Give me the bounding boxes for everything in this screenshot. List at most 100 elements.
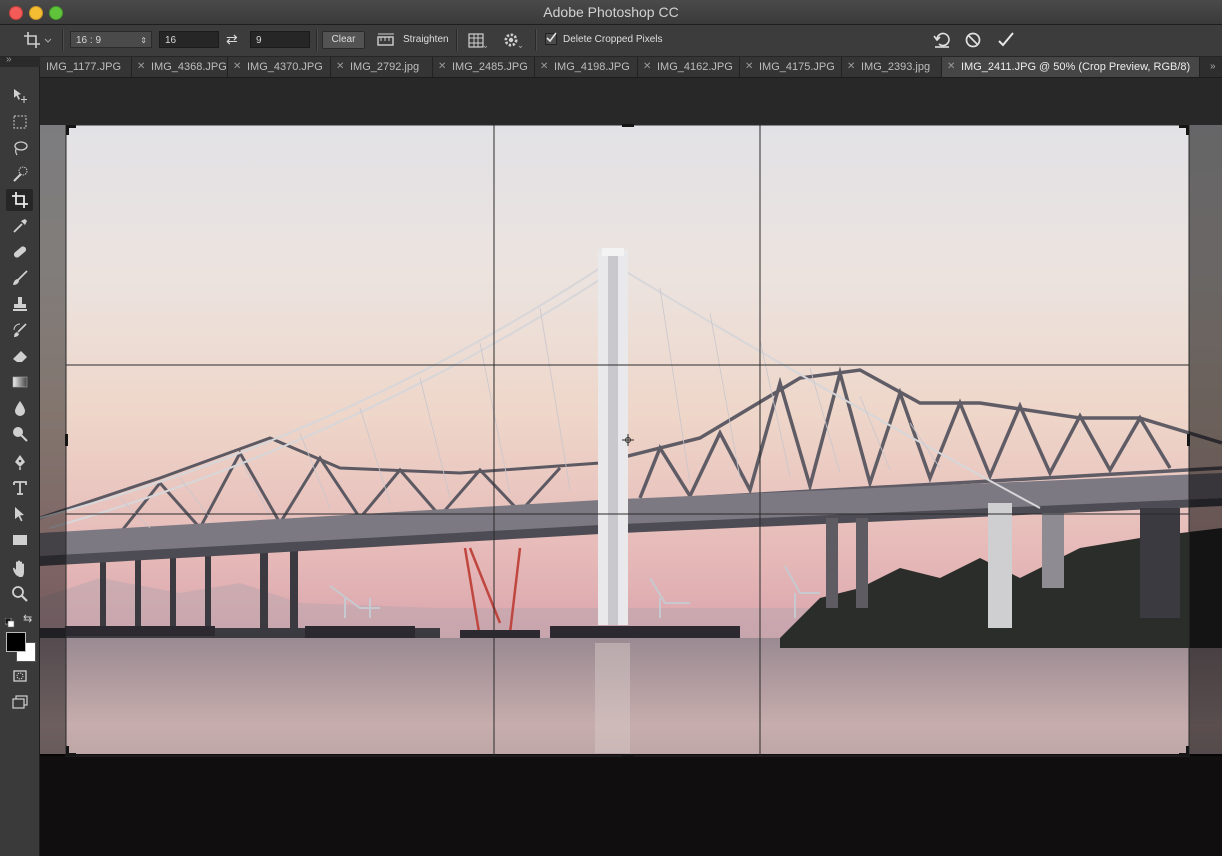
document-tab[interactable]: ✕ IMG_4198.JPG	[535, 57, 638, 77]
document-tab[interactable]: ✕ IMG_4368.JPG	[132, 57, 228, 77]
close-tab-icon[interactable]: ✕	[847, 57, 855, 77]
pen-tool-icon	[14, 455, 25, 470]
grid-overlay-icon	[468, 33, 488, 49]
gradient-tool[interactable]	[6, 371, 33, 393]
overlay-options-button[interactable]	[467, 32, 488, 54]
dodge-tool-icon	[12, 427, 28, 442]
default-colors-icon[interactable]	[4, 615, 15, 633]
eyedropper-tool[interactable]	[6, 215, 33, 237]
crop-width-input[interactable]: 16	[159, 31, 219, 48]
path-selection-tool[interactable]	[6, 503, 33, 525]
crop-width-value: 16	[165, 35, 177, 46]
quick-mask-icon	[12, 670, 27, 682]
zoom-tool[interactable]	[6, 583, 33, 605]
document-tab[interactable]: ✕ IMG_2485.JPG	[433, 57, 535, 77]
close-tab-icon[interactable]: ✕	[947, 57, 955, 77]
document-canvas[interactable]	[40, 78, 1222, 856]
tab-label: IMG_1177.JPG	[46, 61, 121, 73]
crop-height-input[interactable]: 9	[250, 31, 310, 48]
clear-button[interactable]: Clear	[322, 31, 365, 49]
type-tool-icon	[12, 481, 27, 495]
document-tab[interactable]: ✕ IMG_2792.jpg	[331, 57, 433, 77]
rectangle-tool[interactable]	[6, 529, 33, 551]
close-tab-icon[interactable]: ✕	[137, 57, 145, 77]
hand-tool[interactable]	[6, 557, 33, 579]
healing-brush-tool[interactable]	[6, 241, 33, 263]
blur-tool[interactable]	[6, 397, 33, 419]
more-tabs-icon[interactable]: »	[1210, 57, 1216, 77]
zoom-tool-icon	[11, 586, 28, 602]
close-tab-icon[interactable]: ✕	[745, 57, 753, 77]
delete-cropped-pixels-checkbox[interactable]	[545, 32, 557, 45]
checkmark-icon	[546, 32, 557, 43]
quick-mask-mode[interactable]	[6, 665, 33, 687]
lasso-tool-icon	[13, 141, 28, 156]
close-tab-icon[interactable]: ✕	[438, 57, 446, 77]
marquee-tool-icon	[13, 115, 26, 129]
crop-box[interactable]	[40, 78, 1222, 856]
document-tab[interactable]: IMG_1177.JPG	[40, 57, 132, 77]
tab-label: IMG_2485.JPG	[452, 61, 528, 73]
brush-tool[interactable]	[6, 267, 33, 289]
marquee-tool[interactable]	[6, 111, 33, 133]
cancel-crop-button[interactable]	[963, 30, 983, 55]
tab-label: IMG_4162.JPG	[657, 61, 733, 73]
toolbar-header[interactable]: »	[0, 54, 40, 67]
tools-panel: ⇆	[0, 67, 40, 856]
select-arrows-icon: ⇕	[140, 36, 147, 45]
eraser-tool[interactable]	[6, 345, 33, 367]
gear-icon	[504, 33, 523, 49]
pen-tool[interactable]	[6, 451, 33, 473]
close-tab-icon[interactable]: ✕	[233, 57, 241, 77]
move-tool[interactable]	[6, 85, 33, 107]
document-tab[interactable]: ✕ IMG_4370.JPG	[228, 57, 331, 77]
aspect-ratio-value: 16 : 9	[76, 35, 102, 46]
crop-height-value: 9	[256, 35, 262, 46]
document-tab-active[interactable]: ✕ IMG_2411.JPG @ 50% (Crop Preview, RGB/…	[942, 57, 1200, 77]
close-tab-icon[interactable]: ✕	[336, 57, 344, 77]
healing-brush-tool-icon	[13, 246, 26, 258]
close-tab-icon[interactable]: ✕	[540, 57, 548, 77]
swap-dimensions-icon[interactable]: ⇄	[226, 31, 238, 48]
reset-icon	[933, 32, 950, 48]
commit-crop-button[interactable]	[996, 30, 1016, 55]
document-tab[interactable]: ✕ IMG_2393.jpg	[842, 57, 942, 77]
dodge-tool[interactable]	[6, 423, 33, 445]
foreground-color-swatch[interactable]	[6, 632, 26, 652]
eyedropper-tool-icon	[12, 219, 27, 233]
document-tab[interactable]: ✕ IMG_4162.JPG	[638, 57, 740, 77]
history-brush-tool-icon	[13, 323, 27, 337]
tab-label: IMG_4175.JPG	[759, 61, 835, 73]
swap-colors-icon[interactable]: ⇆	[23, 612, 32, 625]
options-bar: 16 : 9 ⇕ 16 ⇄ 9 Clear Straighten Delete …	[0, 25, 1222, 57]
screen-mode[interactable]	[6, 691, 33, 713]
tab-label: IMG_4370.JPG	[247, 61, 323, 73]
app-title: Adobe Photoshop CC	[543, 4, 679, 20]
quick-selection-tool-icon	[12, 166, 27, 182]
blur-tool-icon	[14, 401, 25, 416]
quick-selection-tool[interactable]	[6, 163, 33, 185]
crop-tool-preset-picker[interactable]	[22, 30, 52, 55]
clone-stamp-tool-icon	[12, 297, 27, 311]
document-tab[interactable]: ✕ IMG_4175.JPG	[740, 57, 842, 77]
title-bar: Adobe Photoshop CC	[0, 0, 1222, 25]
commit-checkmark-icon	[998, 32, 1014, 47]
reset-crop-button[interactable]	[932, 30, 952, 55]
gradient-tool-icon	[12, 376, 27, 388]
tab-label: IMG_4198.JPG	[554, 61, 630, 73]
delete-cropped-pixels-label: Delete Cropped Pixels	[563, 34, 663, 45]
tab-label: IMG_2792.jpg	[350, 61, 420, 73]
clone-stamp-tool[interactable]	[6, 293, 33, 315]
straighten-icon	[377, 33, 394, 46]
hand-tool-icon	[12, 560, 24, 577]
collapse-panel-icon[interactable]: »	[6, 54, 12, 65]
close-tab-icon[interactable]: ✕	[643, 57, 651, 77]
straighten-button[interactable]	[376, 32, 396, 53]
lasso-tool[interactable]	[6, 137, 33, 159]
crop-tool-icon	[11, 192, 28, 208]
aspect-ratio-select[interactable]: 16 : 9 ⇕	[70, 31, 152, 48]
crop-tool[interactable]	[6, 189, 33, 211]
type-tool[interactable]	[6, 477, 33, 499]
crop-settings-button[interactable]	[502, 31, 524, 55]
history-brush-tool[interactable]	[6, 319, 33, 341]
